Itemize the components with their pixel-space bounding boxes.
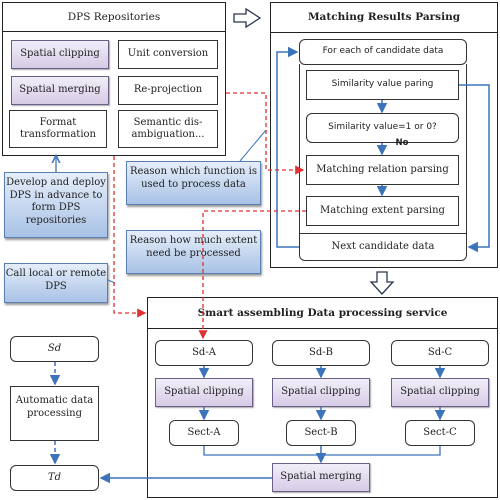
- step-matching-relation-parsing: Matching relation parsing: [306, 155, 459, 185]
- loop-end-box: Next candidate data: [299, 233, 467, 261]
- process-clipping-a: Spatial clipping: [155, 378, 253, 407]
- source-sd-c: Sd-C: [391, 340, 489, 366]
- dps-repositories-header: DPS Repositories: [2, 2, 226, 32]
- source-sd-b: Sd-B: [272, 340, 370, 366]
- repo-item-semantic-disambiguation: Semantic dis-ambiguation...: [118, 110, 218, 148]
- repo-item-spatial-clipping: Spatial clipping: [11, 40, 109, 69]
- no-label: No: [395, 137, 409, 148]
- result-sect-a: Sect-A: [169, 420, 239, 446]
- note-reason-function: Reason which function is used to process…: [126, 161, 261, 205]
- step-matching-extent-parsing: Matching extent parsing: [306, 196, 459, 226]
- source-sd-a: Sd-A: [155, 340, 253, 366]
- callout-call-dps: [107, 279, 116, 284]
- automatic-data-processing: Automatic data processing: [10, 386, 99, 441]
- process-clipping-b: Spatial clipping: [272, 378, 370, 407]
- repo-item-spatial-merging: Spatial merging: [11, 76, 109, 105]
- matching-results-header: Matching Results Parsing: [270, 2, 498, 33]
- result-sect-c: Sect-C: [405, 420, 475, 446]
- target-data-td: Td: [10, 465, 99, 491]
- repo-item-format-transformation: Format transformation: [9, 110, 107, 148]
- repo-item-unit-conversion: Unit conversion: [118, 40, 218, 69]
- hollow-arrow-down-icon: [369, 271, 395, 295]
- source-data-sd: Sd: [10, 336, 99, 362]
- step-similarity-value-paring: Similarity value paring: [306, 70, 459, 100]
- note-call-dps: Call local or remote DPS: [4, 263, 108, 303]
- process-spatial-merging: Spatial merging: [272, 463, 370, 492]
- diagram-canvas: DPS Repositories Spatial clipping Unit c…: [0, 0, 500, 500]
- repo-item-re-projection: Re-projection: [118, 76, 218, 105]
- note-reason-extent: Reason how much extent need be processed: [126, 230, 261, 274]
- loop-start-box: For each of candidate data: [299, 39, 467, 65]
- note-develop-deploy: Develop and deploy DPS in advance to for…: [4, 172, 108, 238]
- result-sect-b: Sect-B: [286, 420, 356, 446]
- decision-similarity-value: Similarity value=1 or 0?: [306, 113, 459, 143]
- hollow-arrow-right-icon: [233, 7, 262, 29]
- process-clipping-c: Spatial clipping: [391, 378, 489, 407]
- callout-reason-function: [239, 129, 267, 162]
- smart-assembling-header: Smart assembling Data processing service: [147, 297, 498, 329]
